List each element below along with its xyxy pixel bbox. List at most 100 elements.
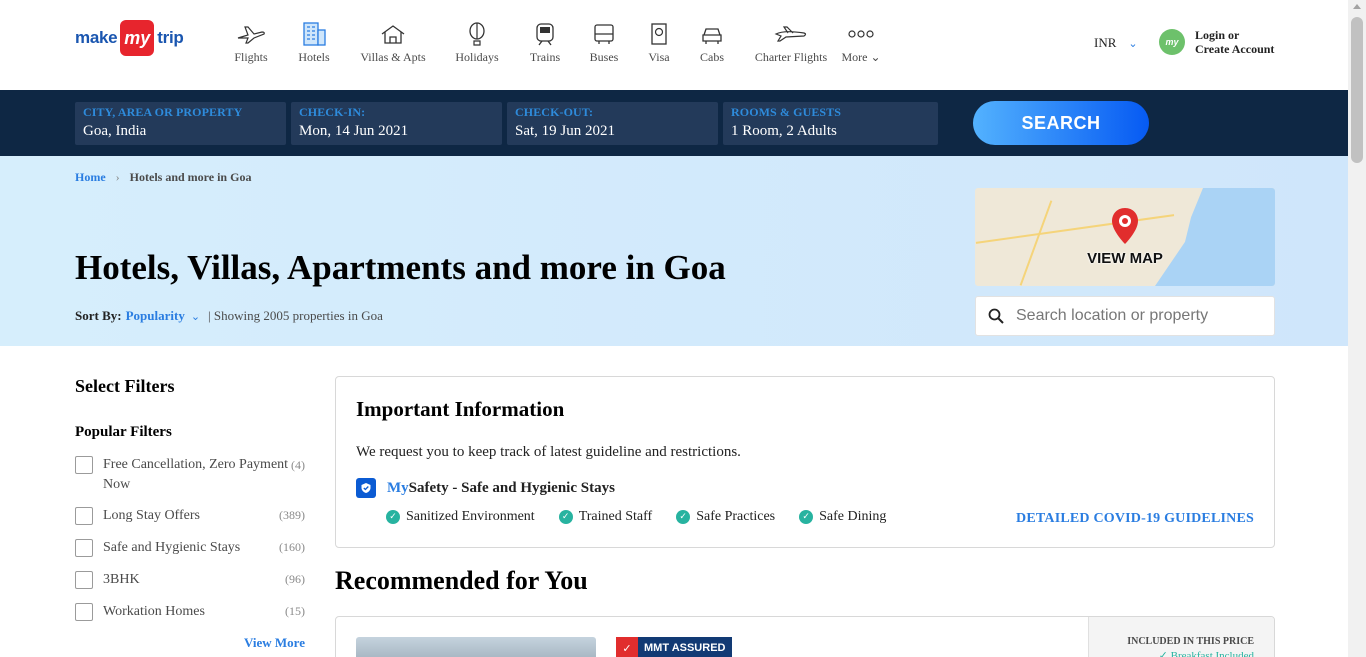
breadcrumb-current: Hotels and more in Goa	[129, 170, 252, 184]
chip-label: Trained Staff	[578, 509, 653, 524]
nav-label: Flights	[234, 50, 268, 64]
filter-checkbox[interactable]	[75, 603, 93, 621]
holiday-icon	[466, 20, 488, 48]
search-icon	[988, 308, 1004, 324]
train-icon	[534, 20, 556, 48]
filter-row[interactable]: 3BHK (96)	[75, 570, 307, 590]
filter-label: Long Stay Offers	[103, 508, 200, 523]
filter-checkbox[interactable]	[75, 456, 93, 474]
nav-buses[interactable]: Buses	[570, 20, 638, 65]
mysafety-heading: My Safety - Safe and Hygienic Stays	[356, 478, 615, 498]
scrollbar-thumb[interactable]	[1351, 17, 1363, 163]
chevron-right-icon: ›	[115, 170, 120, 184]
nav-cabs[interactable]: Cabs	[680, 20, 744, 65]
checkout-label: CHECK-OUT:	[515, 105, 594, 119]
hotel-image[interactable]	[356, 637, 596, 657]
filter-row[interactable]: Free Cancellation, Zero Payment Now (4)	[75, 455, 307, 495]
nav-visa[interactable]: Visa	[638, 20, 680, 65]
city-label: CITY, AREA OR PROPERTY	[83, 105, 243, 119]
mysafety-rest: Safety - Safe and Hygienic Stays	[408, 479, 615, 496]
search-button[interactable]: SEARCH	[973, 101, 1149, 145]
sort-dropdown[interactable]: Popularity	[126, 308, 185, 324]
nav-label: Villas & Apts	[360, 50, 426, 64]
filter-checkbox[interactable]	[75, 571, 93, 589]
covid-guidelines-link[interactable]: DETAILED COVID-19 GUIDELINES	[1016, 511, 1254, 527]
location-search-input[interactable]	[1016, 307, 1256, 325]
info-description: We request you to keep track of latest g…	[356, 444, 741, 460]
scroll-up-arrow-icon[interactable]	[1353, 4, 1361, 9]
safety-chip: ✓ Trained Staff	[558, 509, 653, 525]
check-icon: ✓	[558, 510, 573, 524]
check-icon: ✓	[616, 637, 638, 657]
sort-by-label: Sort By:	[75, 308, 122, 323]
chevron-down-icon: ⌄	[870, 50, 881, 64]
makemytrip-logo[interactable]: make my trip	[75, 20, 184, 56]
currency-value: INR	[1094, 35, 1117, 50]
included-label: INCLUDED IN THIS PRICE	[1127, 636, 1254, 647]
logo-my: my	[120, 20, 155, 56]
filter-row[interactable]: Safe and Hygienic Stays (160)	[75, 538, 307, 558]
page-title: Hotels, Villas, Apartments and more in G…	[75, 248, 726, 287]
checkin-label: CHECK-IN:	[299, 105, 366, 119]
logo-trip: trip	[157, 28, 184, 47]
filter-label: Safe and Hygienic Stays	[103, 540, 241, 555]
important-info-card: Important Information We request you to …	[335, 376, 1275, 548]
more-icon	[848, 20, 874, 48]
nav-hotels[interactable]: Hotels	[276, 20, 352, 65]
shield-check-icon	[356, 478, 376, 498]
nav-flights[interactable]: Flights	[226, 20, 276, 65]
login-button[interactable]: my Login or Create Account	[1159, 28, 1274, 56]
filter-row[interactable]: Long Stay Offers (389)	[75, 506, 307, 526]
view-map-label: VIEW MAP	[1087, 250, 1163, 267]
bus-icon	[592, 20, 616, 48]
location-search[interactable]	[975, 296, 1275, 336]
hero-banner: Home › Hotels and more in Goa Hotels, Vi…	[0, 156, 1348, 346]
filter-checkbox[interactable]	[75, 539, 93, 557]
nav-label: Hotels	[298, 50, 330, 64]
filter-count: (15)	[285, 604, 305, 618]
nav-villas[interactable]: Villas & Apts	[352, 20, 434, 65]
checkin-field[interactable]: CHECK-IN: Mon, 14 Jun 2021	[291, 102, 502, 145]
filter-label: Workation Homes	[103, 604, 205, 619]
logo-make: make	[75, 28, 118, 47]
breadcrumb: Home › Hotels and more in Goa	[75, 170, 251, 185]
currency-selector[interactable]: INR ⌄	[1094, 35, 1138, 51]
nav-label: More ⌄	[841, 50, 881, 64]
chevron-down-icon[interactable]: ⌄	[191, 310, 200, 323]
city-field[interactable]: CITY, AREA OR PROPERTY Goa, India	[75, 102, 286, 145]
city-value: Goa, India	[83, 123, 147, 139]
checkout-field[interactable]: CHECK-OUT: Sat, 19 Jun 2021	[507, 102, 718, 145]
safety-chip: ✓ Safe Dining	[799, 509, 886, 525]
badge-label: MMT ASSURED	[644, 642, 726, 654]
rooms-guests-field[interactable]: ROOMS & GUESTS 1 Room, 2 Adults	[723, 102, 938, 145]
nav-label: Cabs	[700, 50, 724, 64]
checkin-value: Mon, 14 Jun 2021	[299, 123, 409, 139]
filters-panel: Select Filters Popular Filters Free Canc…	[75, 376, 307, 650]
map-road	[1019, 200, 1053, 286]
filter-count: (160)	[279, 540, 305, 554]
breadcrumb-home[interactable]: Home	[75, 170, 106, 185]
view-more-link[interactable]: View More	[244, 635, 305, 651]
nav-more[interactable]: More ⌄	[838, 20, 884, 65]
view-map-card[interactable]: VIEW MAP	[975, 188, 1275, 286]
page-scrollbar[interactable]	[1348, 0, 1366, 657]
avatar: my	[1159, 29, 1185, 55]
nav-trains[interactable]: Trains	[520, 20, 570, 65]
filter-row[interactable]: Workation Homes (15)	[75, 602, 307, 622]
nav-charter-flights[interactable]: Charter Flights	[744, 20, 838, 65]
hotel-card[interactable]: ✓ MMT ASSURED INCLUDED IN THIS PRICE ✓ B…	[335, 616, 1275, 657]
nav-label: Holidays	[455, 50, 499, 64]
nav-label: Trains	[529, 50, 561, 64]
nav-holidays[interactable]: Holidays	[434, 20, 520, 65]
safety-chip: ✓ Sanitized Environment	[386, 509, 535, 525]
filter-checkbox[interactable]	[75, 507, 93, 525]
visa-icon	[649, 20, 669, 48]
check-icon: ✓	[386, 510, 400, 524]
chevron-down-icon: ⌄	[1128, 37, 1138, 50]
map-road	[975, 214, 1175, 244]
safety-chips: ✓ Sanitized Environment ✓ Trained Staff ✓ S…	[386, 509, 910, 525]
login-line2: Create Account	[1195, 42, 1275, 56]
map-sea	[1155, 188, 1275, 286]
filter-count: (96)	[285, 572, 305, 586]
login-text: Login or Create Account	[1195, 28, 1274, 56]
